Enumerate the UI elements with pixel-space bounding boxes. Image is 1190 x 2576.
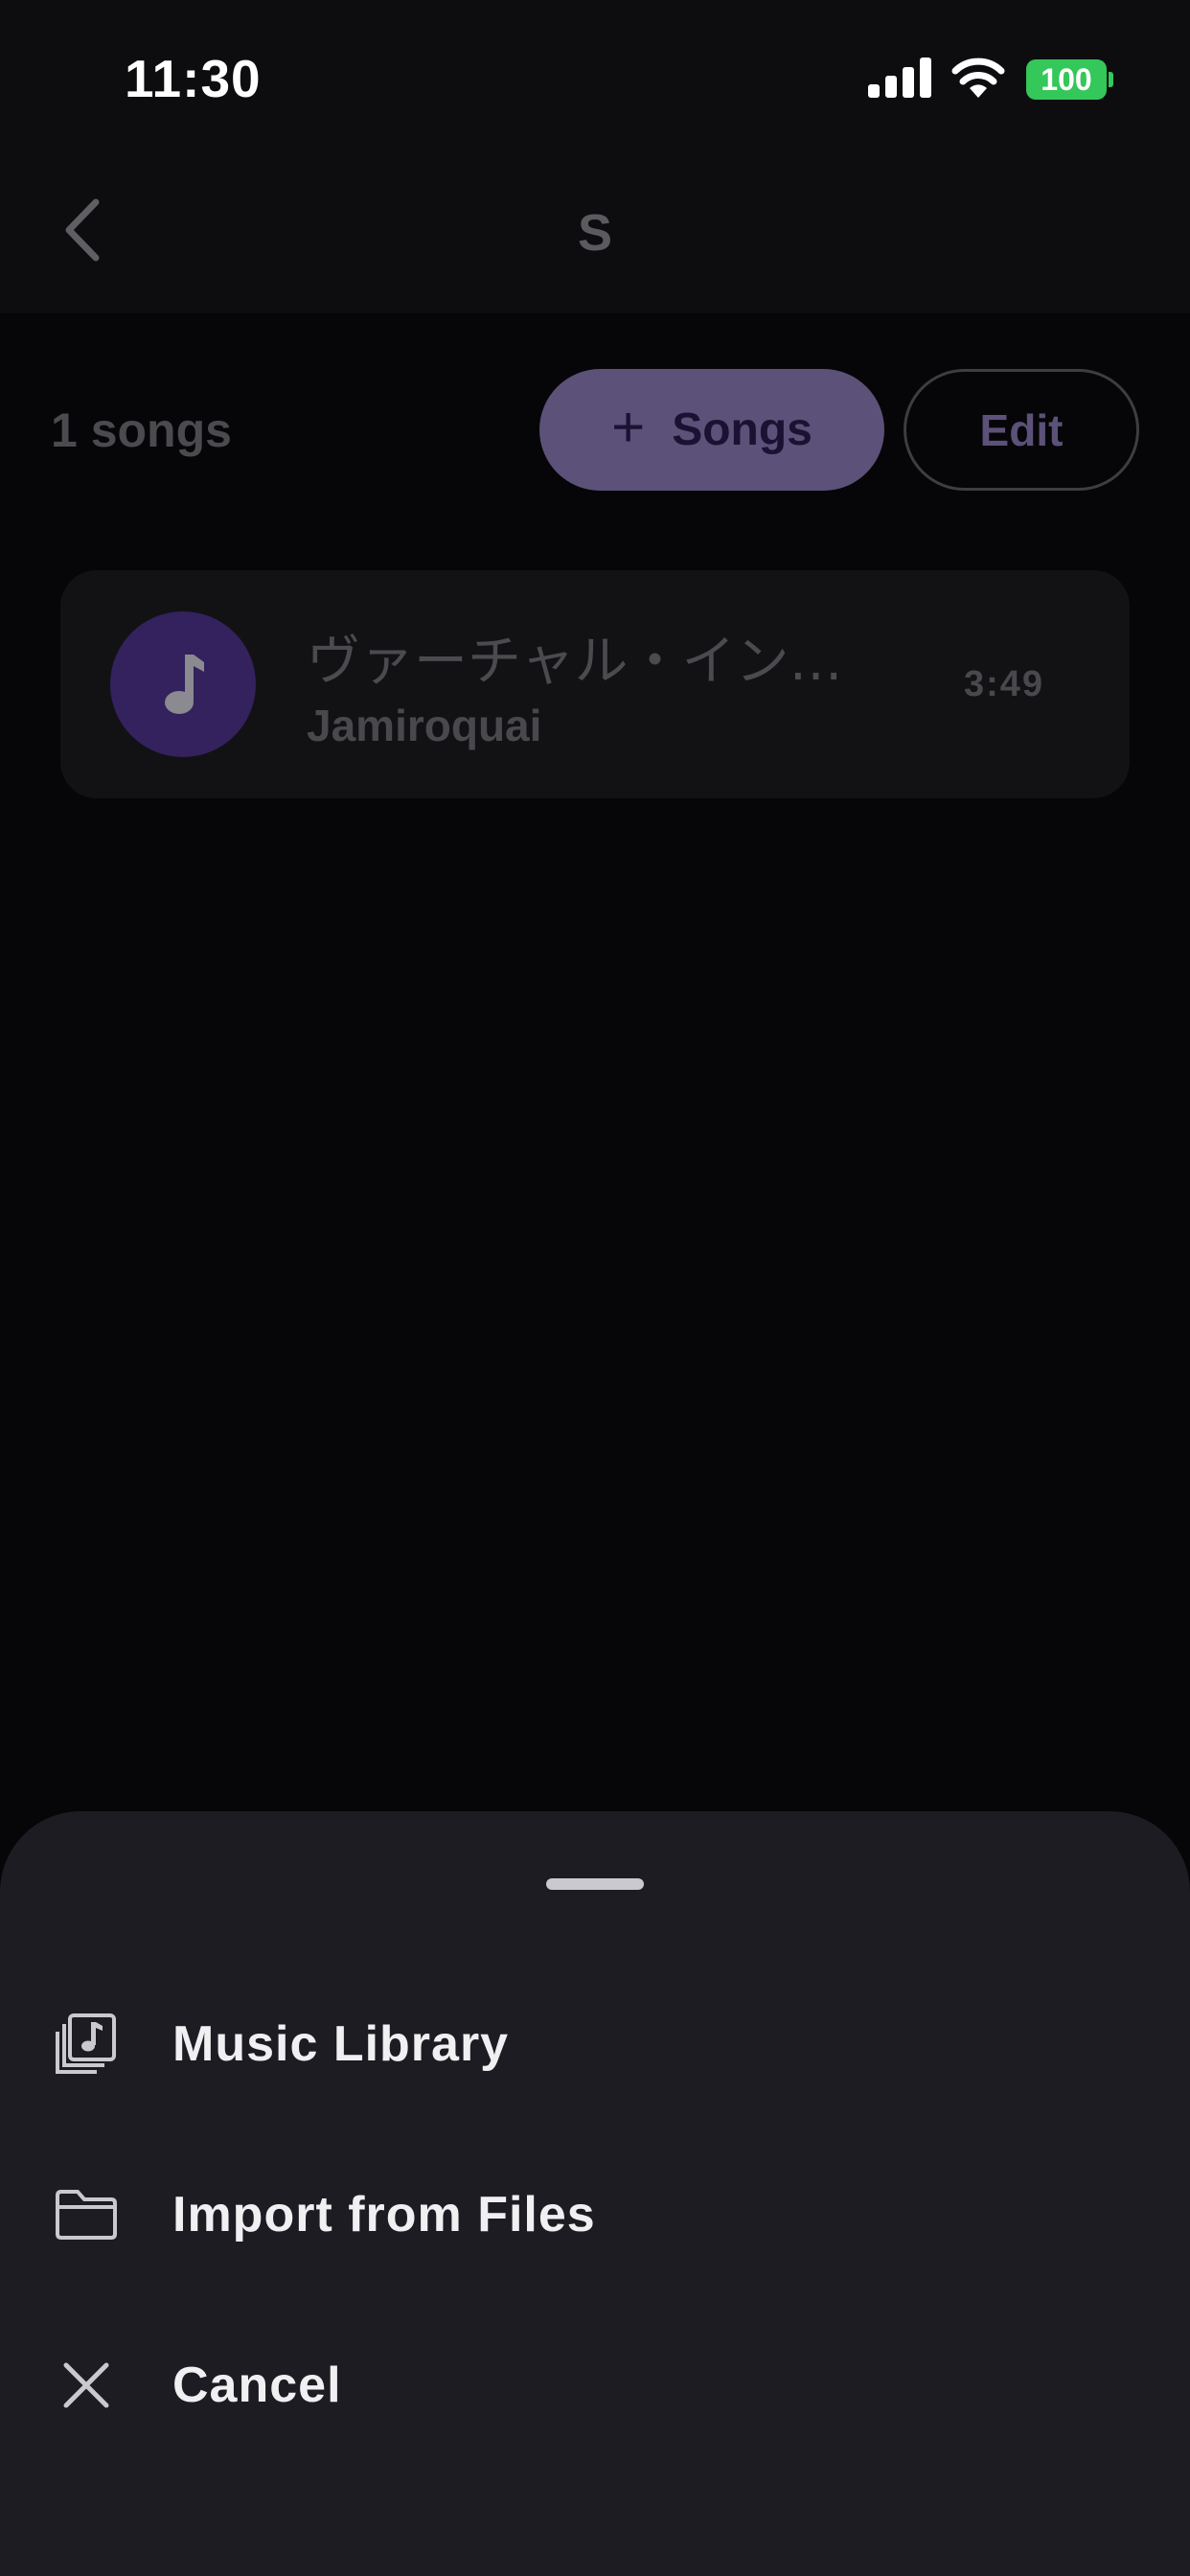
add-songs-label: Songs: [672, 404, 812, 455]
status-time: 11:30: [125, 49, 262, 108]
edit-button[interactable]: Edit: [904, 369, 1139, 491]
add-songs-button[interactable]: + Songs: [539, 369, 884, 491]
music-library-label: Music Library: [172, 2016, 510, 2072]
status-bar: 11:30 100: [0, 0, 1190, 153]
music-library-option[interactable]: Music Library: [0, 1987, 1190, 2102]
song-artwork: [110, 611, 256, 757]
song-title: ヴァーチャル・イン…: [307, 631, 843, 693]
cancel-label: Cancel: [172, 2358, 342, 2413]
cellular-signal-icon: [868, 58, 931, 98]
page-title: S: [577, 204, 613, 262]
song-artist: Jamiroquai: [307, 701, 542, 750]
song-row[interactable]: ヴァーチャル・イン… Jamiroquai 3:49: [60, 570, 1130, 798]
import-from-files-label: Import from Files: [172, 2187, 596, 2242]
navigation-bar: S: [0, 153, 1190, 313]
folder-icon: [53, 2181, 120, 2248]
song-duration: 3:49: [964, 664, 1045, 704]
sheet-grabber[interactable]: [546, 1878, 644, 1890]
plus-icon: +: [611, 395, 646, 459]
edit-label: Edit: [979, 404, 1064, 455]
cancel-option[interactable]: Cancel: [0, 2328, 1190, 2443]
song-count: 1 songs: [51, 403, 232, 457]
wifi-icon: [951, 58, 1005, 98]
music-library-icon: [53, 2011, 120, 2078]
import-from-files-option[interactable]: Import from Files: [0, 2157, 1190, 2272]
battery-indicator: 100: [1026, 59, 1107, 100]
music-note-icon: [165, 655, 204, 714]
close-icon: [53, 2352, 120, 2419]
battery-tip: [1109, 72, 1113, 87]
